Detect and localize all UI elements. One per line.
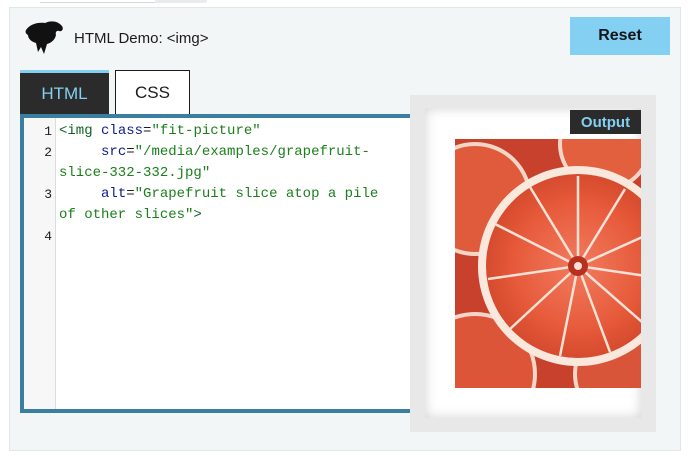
line-number-gutter: 1 2 3 4 [24,118,56,409]
code-line-2: src="/media/examples/grapefruit- [101,144,370,160]
demo-title: HTML Demo: <img> [74,30,209,47]
code-line-3-wrap: of other slices"> [59,207,202,223]
tab-html[interactable]: HTML [20,70,109,115]
line-number: 4 [44,229,52,244]
grapefruit-image [455,139,641,388]
code-text[interactable]: <img class="fit-picture" src="/media/exa… [59,121,399,226]
top-strip-chip [155,0,207,3]
mdn-dinosaur-logo-icon [25,21,63,54]
line-number: 3 [44,187,52,202]
code-line-3: alt="Grapefruit slice atop a pile [101,186,379,202]
output-label: Output [570,110,641,134]
line-number: 1 [44,124,52,139]
code-line-1: <img class="fit-picture" [59,123,261,139]
code-line-2-wrap: slice-332-332.jpg" [59,165,211,181]
reset-button[interactable]: Reset [570,17,670,55]
line-number: 2 [44,145,52,160]
tab-css[interactable]: CSS [115,70,190,115]
top-strip-underline [40,0,160,3]
top-strip [0,0,690,7]
code-editor[interactable]: 1 2 3 4 <img class="fit-picture" src="/m… [20,114,414,413]
